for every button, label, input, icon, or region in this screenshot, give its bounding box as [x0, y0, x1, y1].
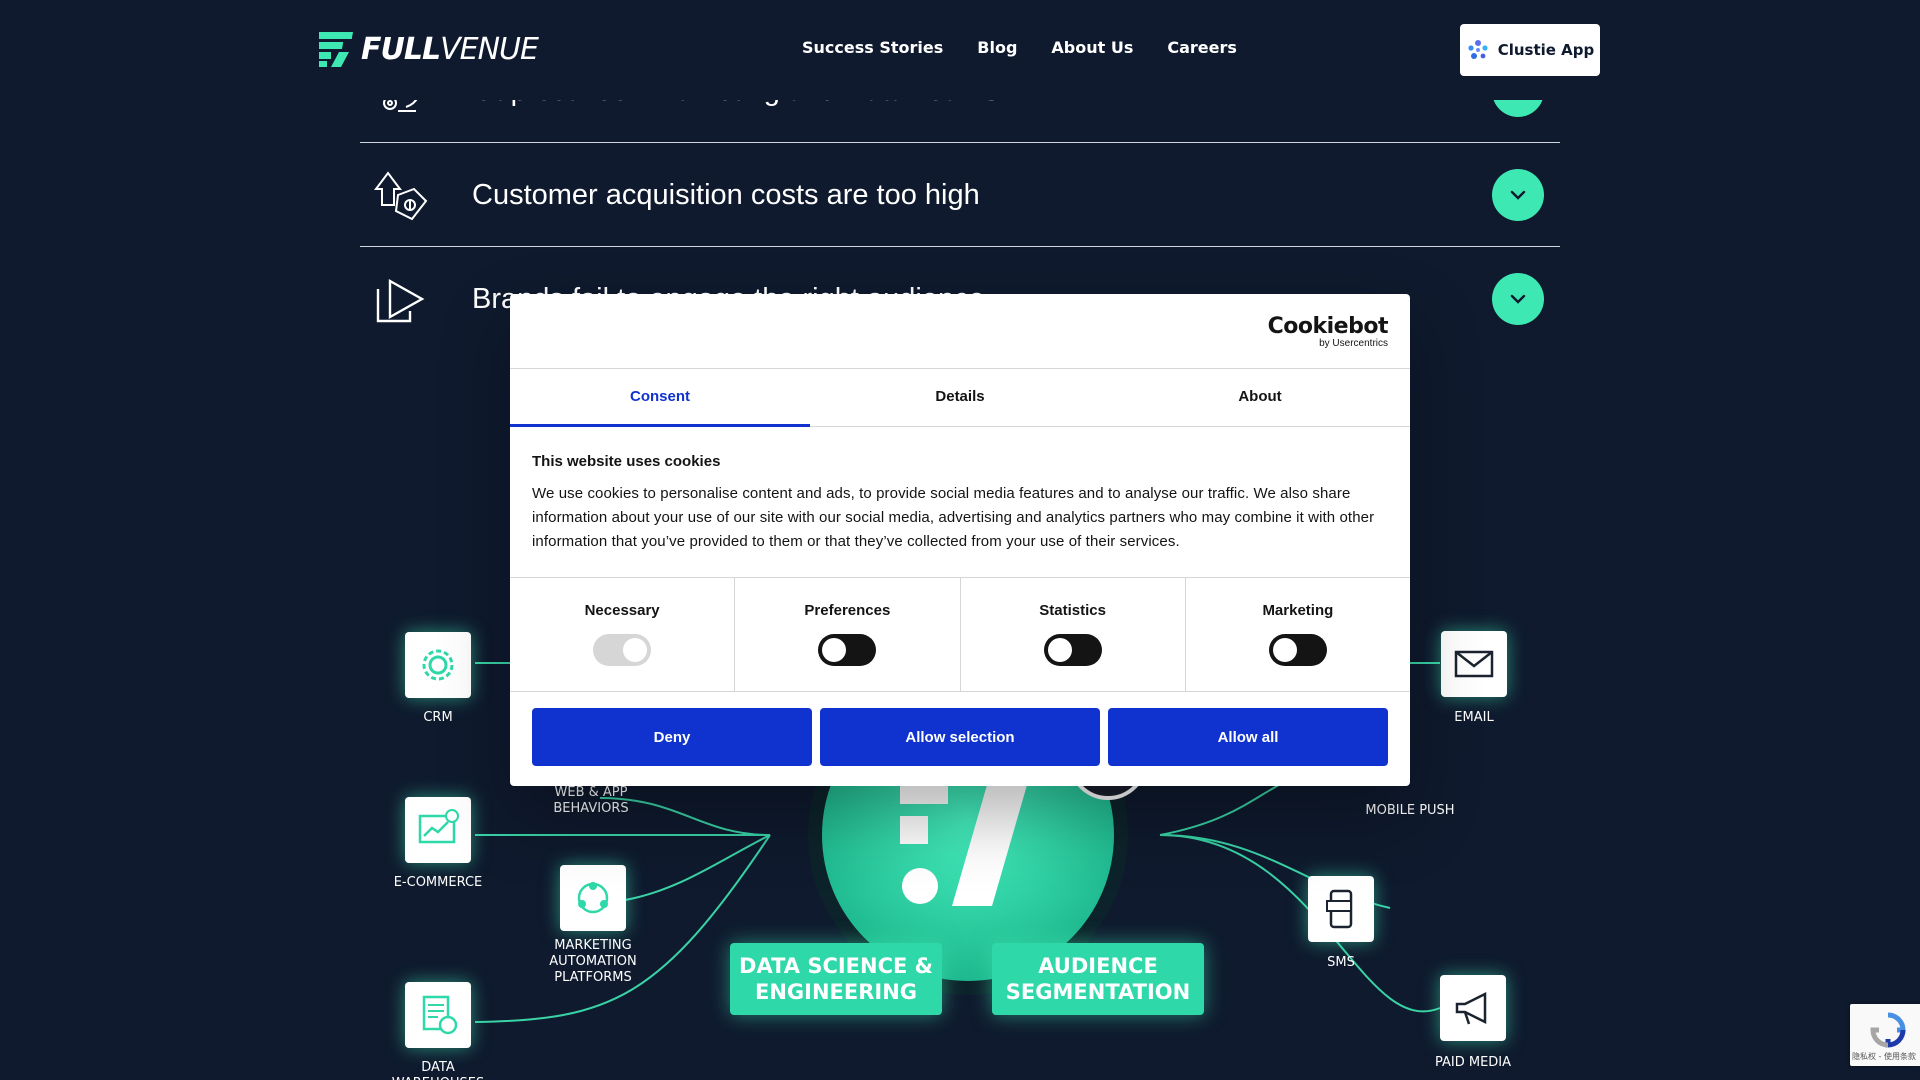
toggle-label: Necessary [584, 602, 660, 619]
allow-all-button[interactable]: Allow all [1108, 708, 1388, 766]
recaptcha-terms[interactable]: 隐私权 - 使用条款 [1852, 1051, 1916, 1062]
dialog-description: We use cookies to personalise content an… [532, 485, 1375, 550]
cookiebot-name: Cookiebot [1267, 314, 1389, 339]
toggle-group-marketing: Marketing [1186, 578, 1410, 691]
toggle-group-statistics: Statistics [961, 578, 1186, 691]
tab-details[interactable]: Details [810, 369, 1110, 426]
dialog-header: Cookiebot by Usercentrics [510, 294, 1410, 369]
dialog-heading: This website uses cookies [532, 453, 721, 470]
toggle-group-necessary: Necessary [510, 578, 736, 691]
tab-consent[interactable]: Consent [510, 369, 810, 427]
preferences-switch[interactable] [818, 634, 877, 666]
toggle-group-preferences: Preferences [735, 578, 961, 691]
cookiebot-logo[interactable]: Cookiebot by Usercentrics [1267, 314, 1389, 350]
cookiebot-sub: by Usercentrics [1319, 338, 1388, 349]
statistics-switch[interactable] [1043, 634, 1102, 666]
allow-selection-button[interactable]: Allow selection [820, 708, 1100, 766]
recaptcha-badge[interactable]: 隐私权 - 使用条款 [1850, 1004, 1920, 1066]
cookie-consent-dialog: Cookiebot by Usercentrics Consent Detail… [510, 294, 1410, 786]
toggle-label: Statistics [1039, 602, 1106, 619]
consent-toggles: Necessary Preferences Statistics Marketi… [510, 578, 1410, 692]
switch-knob [822, 638, 847, 662]
toggle-label: Marketing [1262, 602, 1334, 619]
switch-knob [1047, 638, 1072, 662]
dialog-buttons: Deny Allow selection Allow all [510, 692, 1410, 782]
switch-knob [623, 638, 648, 662]
tab-about[interactable]: About [1110, 369, 1410, 426]
necessary-switch [593, 634, 652, 666]
dialog-tabs: Consent Details About [510, 369, 1410, 427]
deny-button[interactable]: Deny [532, 708, 812, 766]
marketing-switch[interactable] [1268, 634, 1327, 666]
toggle-label: Preferences [804, 602, 891, 619]
dialog-body: This website uses cookies We use cookies… [510, 427, 1410, 578]
recaptcha-icon [1870, 1012, 1906, 1048]
switch-knob [1272, 638, 1297, 662]
